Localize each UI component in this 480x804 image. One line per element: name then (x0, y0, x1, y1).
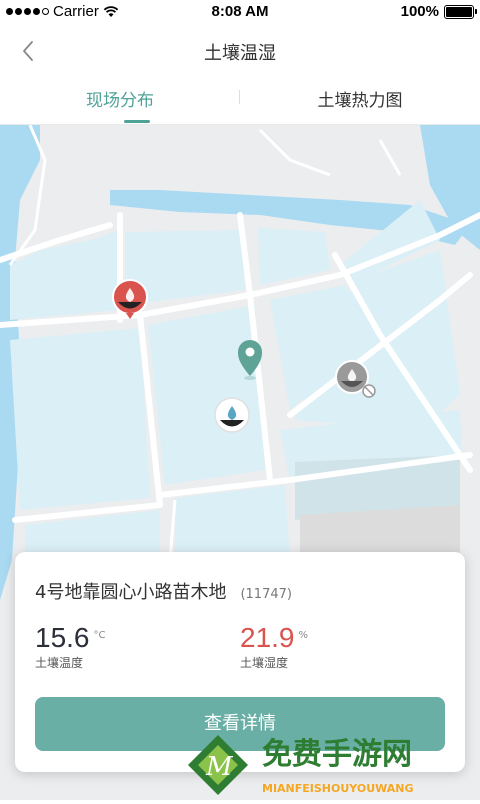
watermark-title: 免费手游网 (262, 737, 412, 772)
tab-site-distribution[interactable]: 现场分布 (0, 86, 240, 111)
navigation-bar: 土壤温湿 (0, 24, 480, 76)
temperature-unit: °C (93, 630, 106, 641)
humidity-value: 21.9 (240, 622, 295, 653)
parcel-5 (10, 328, 150, 510)
parcel-6 (148, 305, 265, 485)
page-title: 土壤温湿 (204, 43, 276, 64)
svg-text:M: M (205, 752, 234, 782)
sensor-code: (11747) (240, 587, 292, 602)
watermark-emblem-icon: M (188, 735, 248, 795)
parcel-11 (175, 485, 290, 560)
battery-icon (444, 4, 477, 19)
tab-bar: 现场分布 土壤热力图 (0, 76, 480, 125)
battery-status: 100% (400, 3, 477, 20)
plot-name: 4号地靠圆心小路苗木地 (35, 582, 227, 603)
status-bar: Carrier 8:08 AM 100% (0, 0, 480, 24)
active-tab-indicator (124, 120, 150, 123)
white-sensor-marker[interactable] (214, 397, 250, 433)
watermark-logo: M 免费手游网 MIANFEISHOUYOUWANG (180, 720, 480, 800)
temperature-label: 土壤温度 (35, 656, 84, 670)
watermark-subtitle: MIANFEISHOUYOUWANG (262, 782, 414, 795)
disabled-icon (362, 384, 376, 398)
humidity-label: 土壤湿度 (240, 656, 289, 670)
temperature-reading: 15.6 °C 土壤温度 (35, 622, 105, 671)
temperature-value: 15.6 (35, 622, 90, 653)
humidity-reading: 21.9% 土壤湿度 (240, 622, 308, 671)
tab-soil-heatmap[interactable]: 土壤热力图 (240, 86, 480, 111)
card-header: 4号地靠圆心小路苗木地 (11747) (35, 578, 292, 604)
battery-percent: 100% (400, 3, 439, 20)
humidity-unit: % (298, 630, 309, 641)
